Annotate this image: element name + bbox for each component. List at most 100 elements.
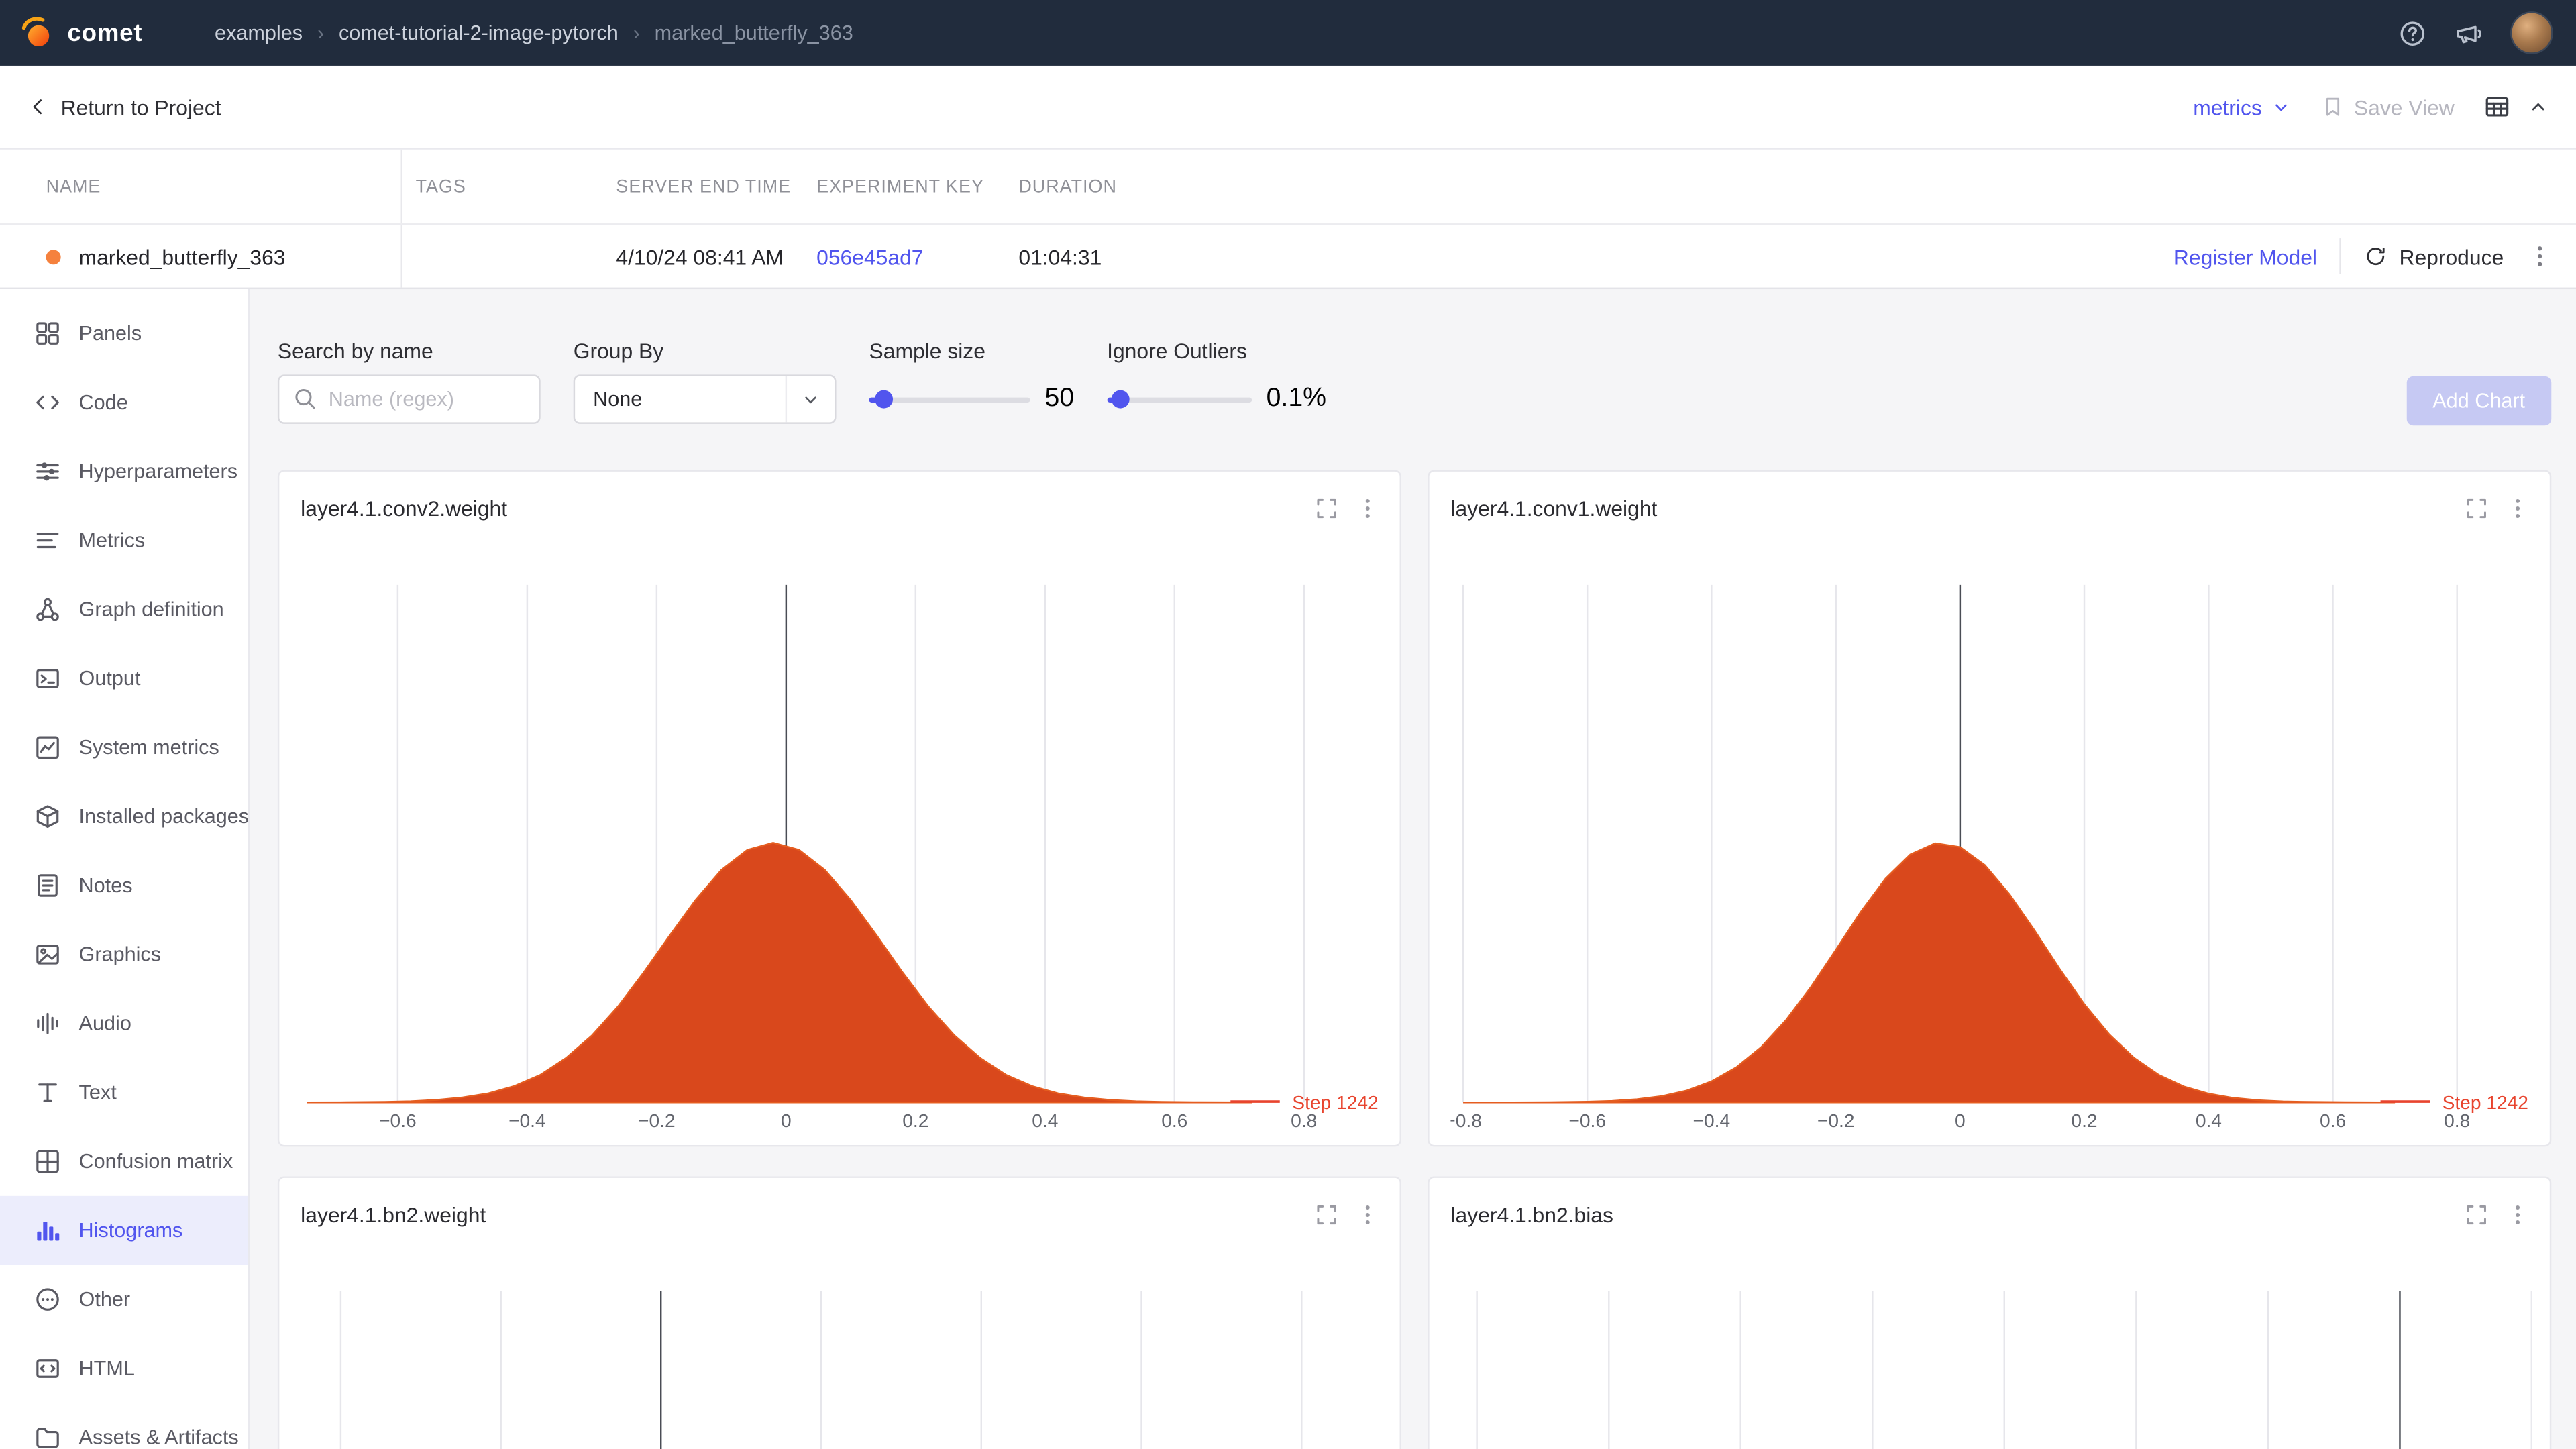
text-icon: [34, 1079, 60, 1106]
sidebar-item-assets-artifacts[interactable]: Assets & Artifacts: [0, 1403, 248, 1449]
graphics-icon: [34, 941, 60, 967]
slider-thumb[interactable]: [1111, 390, 1129, 409]
ignore-outliers-value: 0.1%: [1267, 384, 1326, 414]
experiment-row: marked_butterfly_363 4/10/24 08:41 AM 05…: [0, 225, 2576, 290]
announcements-icon[interactable]: [2455, 19, 2483, 47]
expand-icon[interactable]: [1314, 1201, 1339, 1226]
confusion-matrix-icon: [34, 1148, 60, 1175]
sidebar-item-html[interactable]: HTML: [0, 1334, 248, 1403]
sidebar-item-label: Audio: [79, 1012, 131, 1035]
ignore-outliers-slider[interactable]: [1107, 396, 1252, 401]
svg-text:0.6: 0.6: [2320, 1110, 2346, 1131]
sample-size-value: 50: [1045, 384, 1075, 414]
sidebar-item-notes[interactable]: Notes: [0, 851, 248, 920]
sidebar-item-system-metrics[interactable]: System metrics: [0, 713, 248, 782]
sidebar-item-panels[interactable]: Panels: [0, 299, 248, 368]
expand-icon[interactable]: [2464, 495, 2489, 520]
svg-text:0.8: 0.8: [2444, 1110, 2470, 1131]
svg-text:0.2: 0.2: [2071, 1110, 2097, 1131]
return-to-project-button[interactable]: Return to Project: [26, 95, 221, 119]
slider-thumb[interactable]: [875, 390, 893, 409]
svg-text:−0.2: −0.2: [1817, 1110, 1855, 1131]
sidebar-item-label: Hyperparameters: [79, 460, 238, 483]
svg-text:0.6: 0.6: [1161, 1110, 1187, 1131]
reproduce-button[interactable]: Reproduce: [2365, 244, 2504, 269]
sidebar-item-label: Assets & Artifacts: [79, 1426, 239, 1449]
sidebar-item-hyperparameters[interactable]: Hyperparameters: [0, 437, 248, 506]
breadcrumb-item[interactable]: comet-tutorial-2-image-pytorch: [339, 21, 619, 44]
histogram-card: layer4.1.bn2.weight −0.4−0.200.20.40.60.8: [278, 1176, 1401, 1449]
group-by-group: Group By None: [574, 338, 837, 423]
sidebar-item-graph-definition[interactable]: Graph definition: [0, 575, 248, 644]
svg-text:−0.6: −0.6: [1568, 1110, 1606, 1131]
column-header-experiment-key: EXPERIMENT KEY: [816, 176, 1018, 196]
save-view-button[interactable]: Save View: [2321, 95, 2455, 119]
server-end-time: 4/10/24 08:41 AM: [616, 244, 816, 269]
svg-text:0.8: 0.8: [1291, 1110, 1317, 1131]
sample-size-label: Sample size: [869, 338, 1075, 363]
sidebar-item-audio[interactable]: Audio: [0, 989, 248, 1058]
sidebar-item-label: System metrics: [79, 736, 219, 759]
sidebar-item-label: Output: [79, 667, 141, 690]
sidebar-item-graphics[interactable]: Graphics: [0, 920, 248, 989]
svg-text:0: 0: [1955, 1110, 1966, 1131]
sample-size-slider[interactable]: [869, 396, 1030, 401]
sidebar-item-output[interactable]: Output: [0, 644, 248, 713]
group-by-label: Group By: [574, 338, 837, 363]
chart-title: layer4.1.bn2.weight: [301, 1201, 486, 1226]
histogram-card: layer4.1.conv1.weight−0.8−0.6−0.4−0.200.…: [1428, 470, 2551, 1146]
sidebar-item-histograms[interactable]: Histograms: [0, 1196, 248, 1265]
svg-text:−0.4: −0.4: [508, 1110, 546, 1131]
svg-text:0.4: 0.4: [2196, 1110, 2222, 1131]
expand-icon[interactable]: [2464, 1201, 2489, 1226]
topbar-right: [2399, 11, 2553, 54]
panels-icon: [34, 321, 60, 347]
sidebar-item-label: Graph definition: [79, 598, 224, 621]
svg-text:0: 0: [781, 1110, 792, 1131]
chart-menu-icon[interactable]: [1355, 1201, 1380, 1226]
sidebar-item-label: Other: [79, 1288, 131, 1311]
avatar[interactable]: [2510, 11, 2553, 54]
add-chart-button[interactable]: Add Chart: [2406, 376, 2551, 425]
sidebar-item-confusion-matrix[interactable]: Confusion matrix: [0, 1127, 248, 1196]
histogram-plot: −0.4−0.200.20.40.60.8: [301, 1250, 1381, 1449]
svg-text:Step 1242: Step 1242: [1292, 1092, 1378, 1113]
view-dropdown[interactable]: metrics: [2193, 95, 2292, 119]
installed-packages-icon: [34, 804, 60, 830]
table-view-icon[interactable]: [2484, 94, 2510, 120]
row-menu-icon[interactable]: [2527, 243, 2553, 269]
sidebar-item-other[interactable]: Other: [0, 1265, 248, 1334]
view-toolbar: Return to Project metrics Save View: [0, 66, 2576, 150]
experiment-key-link[interactable]: 056e45ad7: [816, 244, 923, 269]
experiment-color-dot: [46, 249, 61, 264]
sidebar: PanelsCode Hyperparameters Metrics Graph de…: [0, 289, 250, 1449]
group-by-select[interactable]: None: [574, 374, 837, 423]
sidebar-item-text[interactable]: Text: [0, 1058, 248, 1127]
metrics-icon: [34, 527, 60, 553]
chart-menu-icon[interactable]: [1355, 495, 1380, 520]
breadcrumb-item[interactable]: examples: [215, 21, 303, 44]
sidebar-item-installed-packages[interactable]: Installed packages: [0, 782, 248, 851]
comet-logo[interactable]: comet: [19, 15, 142, 51]
expand-icon[interactable]: [1314, 495, 1339, 520]
hyperparameters-icon: [34, 458, 60, 484]
top-navbar: comet examples›comet-tutorial-2-image-py…: [0, 0, 2576, 66]
register-model-button[interactable]: Register Model: [2174, 244, 2317, 269]
chart-menu-icon[interactable]: [2506, 1201, 2530, 1226]
sidebar-item-code[interactable]: Code: [0, 368, 248, 437]
svg-text:−0.4: −0.4: [1693, 1110, 1731, 1131]
bookmark-icon: [2321, 95, 2344, 118]
help-icon[interactable]: [2399, 19, 2427, 47]
code-icon: [34, 389, 60, 415]
sidebar-item-label: HTML: [79, 1357, 135, 1380]
duration: 01:04:31: [1018, 244, 2174, 269]
svg-text:−0.2: −0.2: [638, 1110, 676, 1131]
main-content: Search by name Group By None Sample size: [250, 289, 2576, 1449]
chart-menu-icon[interactable]: [2506, 495, 2530, 520]
breadcrumb-item: marked_butterfly_363: [655, 21, 853, 44]
controls-bar: Search by name Group By None Sample size: [278, 338, 2551, 425]
sidebar-item-label: Metrics: [79, 529, 146, 552]
experiment-name[interactable]: marked_butterfly_363: [79, 244, 286, 269]
sidebar-item-metrics[interactable]: Metrics: [0, 506, 248, 575]
collapse-chevron-up-icon[interactable]: [2527, 95, 2550, 118]
